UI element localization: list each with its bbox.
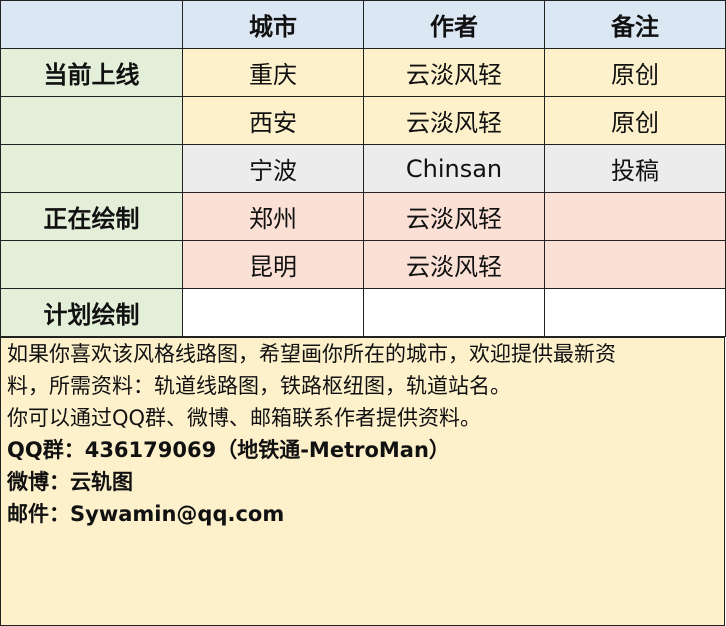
note-cell xyxy=(544,192,726,241)
note-cell: 原创 xyxy=(544,96,726,145)
city-map-status-sheet: 城市 作者 备注 当前上线 重庆 云淡风轻 原创 西安 云淡风轻 原创 宁波 C… xyxy=(0,0,726,626)
city-cell: 宁波 xyxy=(182,144,364,193)
note-cell xyxy=(544,240,726,289)
qq-group-info: QQ群：436179069（地铁通-MetroMan） xyxy=(7,438,450,462)
notes-line: 如果你喜欢该风格线路图，希望画你所在的城市，欢迎提供最新资 xyxy=(7,342,616,366)
table-row: 计划绘制 xyxy=(0,288,726,337)
note-cell: 原创 xyxy=(544,48,726,97)
city-status-table: 城市 作者 备注 当前上线 重庆 云淡风轻 原创 西安 云淡风轻 原创 宁波 C… xyxy=(0,0,726,337)
notes-line: 你可以通过QQ群、微博、邮箱联系作者提供资料。 xyxy=(7,406,482,430)
author-cell: 云淡风轻 xyxy=(363,48,545,97)
author-cell: 云淡风轻 xyxy=(363,96,545,145)
city-cell xyxy=(182,288,364,337)
city-cell: 西安 xyxy=(182,96,364,145)
author-cell: 云淡风轻 xyxy=(363,192,545,241)
group-label-empty xyxy=(0,96,183,145)
weibo-info: 微博：云轨图 xyxy=(7,470,133,494)
table-row: 当前上线 重庆 云淡风轻 原创 xyxy=(0,48,726,97)
city-cell: 郑州 xyxy=(182,192,364,241)
author-cell: Chinsan xyxy=(363,144,545,193)
header-author: 作者 xyxy=(363,0,545,49)
table-row: 宁波 Chinsan 投稿 xyxy=(0,144,726,193)
group-label-empty xyxy=(0,240,183,289)
table-row: 正在绘制 郑州 云淡风轻 xyxy=(0,192,726,241)
header-city: 城市 xyxy=(182,0,364,49)
group-label-planned: 计划绘制 xyxy=(0,288,183,337)
table-row: 西安 云淡风轻 原创 xyxy=(0,96,726,145)
city-cell: 昆明 xyxy=(182,240,364,289)
author-cell xyxy=(363,288,545,337)
header-row: 城市 作者 备注 xyxy=(0,0,726,49)
contact-notes: 如果你喜欢该风格线路图，希望画你所在的城市，欢迎提供最新资 料，所需资料：轨道线… xyxy=(0,337,725,626)
table-row: 昆明 云淡风轻 xyxy=(0,240,726,289)
group-label-online: 当前上线 xyxy=(0,48,183,97)
author-cell: 云淡风轻 xyxy=(363,240,545,289)
notes-line: 料，所需资料：轨道线路图，铁路枢纽图，轨道站名。 xyxy=(7,374,511,398)
note-cell: 投稿 xyxy=(544,144,726,193)
email-info: 邮件：Sywamin@qq.com xyxy=(7,502,285,526)
group-label-empty xyxy=(0,144,183,193)
note-cell xyxy=(544,288,726,337)
header-corner-cell xyxy=(0,0,183,49)
header-note: 备注 xyxy=(544,0,726,49)
group-label-drawing: 正在绘制 xyxy=(0,192,183,241)
city-cell: 重庆 xyxy=(182,48,364,97)
